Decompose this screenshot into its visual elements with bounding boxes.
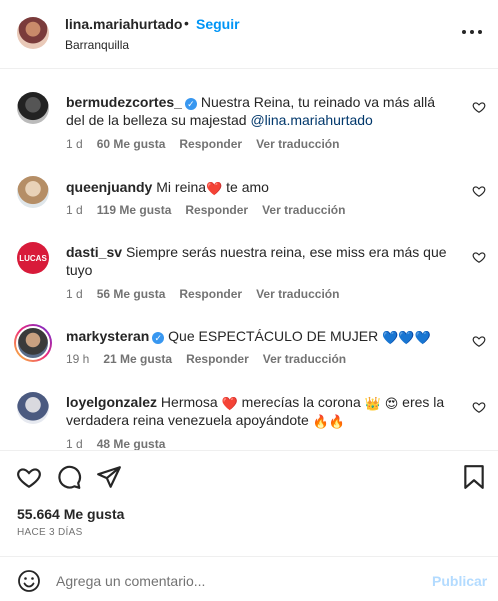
red-heart-emoji: ❤️ bbox=[221, 396, 238, 411]
crown-emoji: 👑 bbox=[364, 396, 381, 411]
comment-content: te amo bbox=[222, 179, 269, 195]
avatar-logo-text: LUCAS bbox=[19, 253, 47, 263]
share-icon[interactable] bbox=[96, 464, 122, 490]
heart-icon[interactable] bbox=[472, 400, 486, 414]
reply-button[interactable]: Responder bbox=[179, 137, 242, 151]
comment-content: Que ESPECTÁCULO DE MUJER bbox=[168, 328, 383, 344]
like-heart-icon[interactable] bbox=[16, 464, 42, 490]
more-options-icon[interactable] bbox=[462, 22, 482, 42]
comment-likes[interactable]: 21 Me gusta bbox=[103, 352, 172, 366]
heart-icon[interactable] bbox=[472, 184, 486, 198]
author-avatar[interactable] bbox=[17, 17, 49, 49]
blue-hearts-emoji: 💙💙💙 bbox=[382, 330, 431, 345]
post-actions: 55.664 Me gusta HACE 3 DÍAS Publicar bbox=[0, 450, 498, 601]
follow-button[interactable]: Seguir bbox=[196, 16, 240, 32]
bookmark-icon[interactable] bbox=[461, 464, 487, 490]
comment-content: merecías la corona bbox=[237, 394, 365, 410]
comment-meta: 1 d 56 Me gusta Responder Ver traducción bbox=[66, 287, 339, 301]
commenter-avatar[interactable] bbox=[17, 176, 49, 208]
comment-likes[interactable]: 119 Me gusta bbox=[97, 203, 172, 217]
commenter-username[interactable]: bermudezcortes_ bbox=[66, 94, 182, 110]
comment-content: Siempre serás nuestra reina, ese miss er… bbox=[66, 244, 447, 278]
commenter-avatar[interactable] bbox=[14, 324, 52, 362]
comment-likes[interactable]: 56 Me gusta bbox=[97, 287, 166, 301]
comment-likes[interactable]: 60 Me gusta bbox=[97, 137, 166, 151]
heart-icon[interactable] bbox=[472, 250, 486, 264]
translate-button[interactable]: Ver traducción bbox=[256, 287, 339, 301]
comment-meta: 19 h 21 Me gusta Responder Ver traducció… bbox=[66, 352, 346, 366]
comment-meta: 1 d 60 Me gusta Responder Ver traducción bbox=[66, 137, 339, 151]
add-comment-bar: Publicar bbox=[0, 556, 498, 601]
commenter-avatar[interactable] bbox=[17, 92, 49, 124]
comment-text: queenjuandy Mi reina❤️ te amo bbox=[66, 178, 456, 196]
comment-content: Hermosa bbox=[160, 394, 222, 410]
publish-button[interactable]: Publicar bbox=[432, 573, 487, 589]
commenter-username[interactable]: queenjuandy bbox=[66, 179, 152, 195]
commenter-username[interactable]: markysteran bbox=[66, 328, 149, 344]
red-heart-emoji: ❤️ bbox=[206, 181, 223, 196]
comment-icon[interactable] bbox=[56, 464, 82, 490]
commenter-username[interactable]: loyelgonzalez bbox=[66, 394, 157, 410]
comment-time[interactable]: 19 h bbox=[66, 352, 89, 366]
comment-content: Mi reina bbox=[156, 179, 207, 195]
fire-emoji: 🔥🔥 bbox=[312, 414, 346, 429]
comments-list[interactable]: bermudezcortes_ ✓ Nuestra Reina, tu reina… bbox=[0, 70, 498, 450]
verified-icon: ✓ bbox=[184, 98, 197, 110]
post-location[interactable]: Barranquilla bbox=[65, 38, 129, 52]
reply-button[interactable]: Responder bbox=[186, 352, 249, 366]
reply-button[interactable]: Responder bbox=[179, 287, 242, 301]
mention-link[interactable]: @lina.mariahurtado bbox=[250, 112, 372, 128]
emoji-icon[interactable] bbox=[17, 569, 41, 593]
header-separator: • bbox=[184, 15, 189, 31]
comment-likes[interactable]: 48 Me gusta bbox=[97, 437, 166, 450]
comment-text: markysteran ✓ Que ESPECTÁCULO DE MUJER 💙💙… bbox=[66, 327, 456, 345]
heart-eyes-emoji: 😍 bbox=[384, 396, 399, 411]
translate-button[interactable]: Ver traducción bbox=[263, 352, 346, 366]
comment-time[interactable]: 1 d bbox=[66, 137, 83, 151]
comment-time[interactable]: 1 d bbox=[66, 287, 83, 301]
comment-text: bermudezcortes_ ✓ Nuestra Reina, tu reina… bbox=[66, 93, 456, 129]
verified-icon: ✓ bbox=[152, 332, 165, 344]
commenter-avatar[interactable] bbox=[17, 392, 49, 424]
comment-text: dasti_sv Siempre serás nuestra reina, es… bbox=[66, 243, 456, 279]
comment-meta: 1 d 48 Me gusta bbox=[66, 437, 179, 450]
comment-text: loyelgonzalez Hermosa ❤️ merecías la cor… bbox=[66, 393, 456, 429]
reply-button[interactable]: Responder bbox=[185, 203, 248, 217]
heart-icon[interactable] bbox=[472, 100, 486, 114]
comment-input[interactable] bbox=[56, 570, 416, 592]
commenter-avatar[interactable]: LUCAS bbox=[17, 242, 49, 274]
comment-time[interactable]: 1 d bbox=[66, 203, 83, 217]
post-timestamp[interactable]: HACE 3 DÍAS bbox=[17, 527, 83, 538]
comment-meta: 1 d 119 Me gusta Responder Ver traducció… bbox=[66, 203, 345, 217]
heart-icon[interactable] bbox=[472, 334, 486, 348]
author-username[interactable]: lina.mariahurtado bbox=[65, 16, 182, 32]
translate-button[interactable]: Ver traducción bbox=[262, 203, 345, 217]
post-header: lina.mariahurtado • Seguir Barranquilla bbox=[0, 0, 498, 69]
translate-button[interactable]: Ver traducción bbox=[256, 137, 339, 151]
post-like-count[interactable]: 55.664 Me gusta bbox=[17, 506, 124, 522]
comment-time[interactable]: 1 d bbox=[66, 437, 83, 450]
commenter-username[interactable]: dasti_sv bbox=[66, 244, 122, 260]
